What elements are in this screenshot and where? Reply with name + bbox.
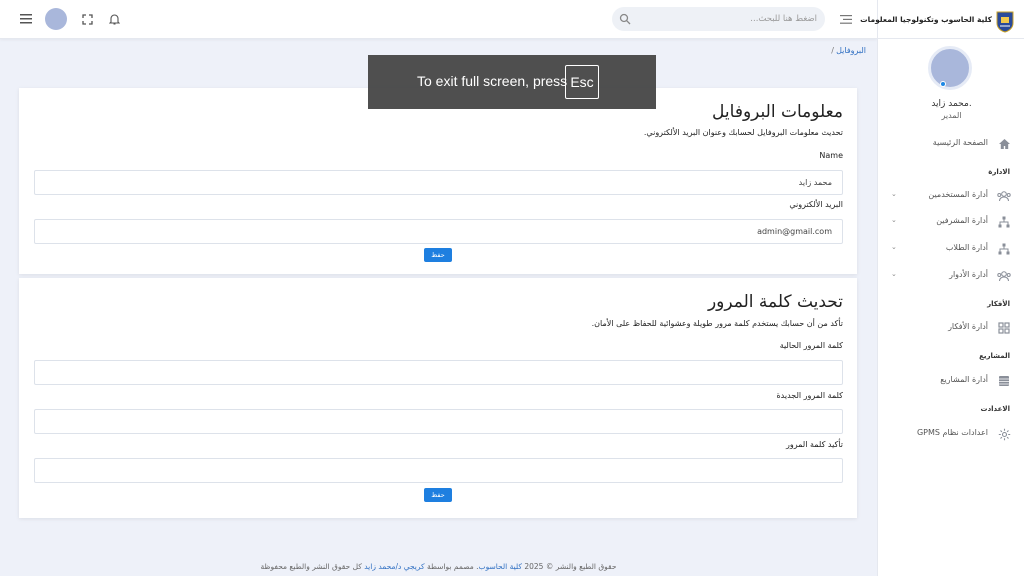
chevron-down-icon: ⌄ xyxy=(891,243,897,251)
chevron-down-icon: ⌄ xyxy=(891,190,897,198)
fullscreen-exit-notice: To exit full screen, press Esc xyxy=(368,55,656,109)
breadcrumb-profile[interactable]: البروفايل xyxy=(836,46,866,55)
sidebar-item-users[interactable]: أدارة المستخدمين ⌄ xyxy=(877,186,1024,206)
footer: حقوق الطبع والنشر © 2025 كلية الحاسوب. م… xyxy=(0,562,877,571)
name-field[interactable] xyxy=(34,170,843,195)
sidebar-item-label: أدارة المشرفين xyxy=(936,216,988,225)
home-icon xyxy=(997,137,1011,151)
bell-icon[interactable] xyxy=(103,8,125,30)
college-logo-icon xyxy=(996,11,1014,33)
align-right-icon[interactable] xyxy=(835,8,857,30)
divider xyxy=(878,38,1024,39)
sidebar-item-label: أدارة المستخدمين xyxy=(928,190,988,199)
confirm-password-field[interactable] xyxy=(34,458,843,483)
users-icon xyxy=(997,269,1011,283)
sidebar-item-ideas[interactable]: أدارة الأفكار xyxy=(877,318,1024,338)
user-avatar[interactable] xyxy=(45,8,67,30)
brand-name: كلية الحاسوب وتكنولوجيا المعلومات xyxy=(860,15,992,24)
sidebar-item-label: أدارة الأدوار xyxy=(949,270,988,279)
footer-college-link[interactable]: كلية الحاسوب xyxy=(479,562,522,571)
search-input[interactable] xyxy=(632,7,817,31)
brand[interactable]: كلية الحاسوب وتكنولوجيا المعلومات xyxy=(860,9,1016,33)
sidebar-item-label: أدارة الطلاب xyxy=(945,243,988,252)
new-password-label: كلمة المرور الجديدة xyxy=(776,391,843,400)
fullscreen-icon[interactable] xyxy=(76,8,98,30)
fullscreen-notice-text: To exit full screen, press xyxy=(417,73,568,89)
esc-key-badge: Esc xyxy=(565,65,599,99)
sitemap-icon xyxy=(997,215,1011,229)
users-icon xyxy=(997,189,1011,203)
email-field[interactable] xyxy=(34,219,843,244)
footer-rights: كل حقوق النشر والطبع محفوظة xyxy=(260,562,362,571)
profile-info-card: معلومات البروفايل تحديث معلومات البروفاي… xyxy=(19,88,857,274)
current-password-label: كلمة المرور الحالية xyxy=(779,341,843,350)
profile-avatar xyxy=(928,46,972,90)
confirm-password-label: تأكيد كلمة المرور xyxy=(786,440,843,449)
hamburger-menu-icon[interactable] xyxy=(15,8,37,30)
profile-info-description: تحديث معلومات البروفايل لحسابك وعنوان ال… xyxy=(643,128,843,137)
footer-designed-by: . مصمم بواسطة xyxy=(427,562,479,571)
save-profile-button[interactable]: حفظ xyxy=(424,248,452,262)
update-password-description: تأكد من أن حسابك يستخدم كلمة مرور طويلة … xyxy=(591,319,843,328)
sidebar-item-label: الصفحة الرئيسية xyxy=(932,138,988,147)
section-title-admin: الادارة xyxy=(988,168,1010,176)
update-password-title: تحديث كلمة المرور xyxy=(707,292,843,312)
online-status-dot xyxy=(940,81,946,87)
section-title-projects: المشاريع xyxy=(979,352,1010,360)
chevron-down-icon: ⌄ xyxy=(891,216,897,224)
sidebar: كلية الحاسوب وتكنولوجيا المعلومات محمد ز… xyxy=(860,0,1024,576)
breadcrumb-separator: / xyxy=(831,46,834,55)
sidebar-item-roles[interactable]: أدارة الأدوار ⌄ xyxy=(877,266,1024,286)
sidebar-item-label: اعدادات نظام GPMS xyxy=(916,428,988,437)
sidebar-item-gpms-settings[interactable]: اعدادات نظام GPMS xyxy=(877,424,1024,444)
gear-icon xyxy=(997,427,1011,441)
current-password-field[interactable] xyxy=(34,360,843,385)
sitemap-icon xyxy=(997,242,1011,256)
section-title-ideas: الأفكار xyxy=(987,300,1010,308)
save-password-button[interactable]: حفظ xyxy=(424,488,452,502)
user-role: المدير xyxy=(941,111,962,120)
footer-designer-link[interactable]: كريجي د/محمد زايد xyxy=(364,562,424,571)
footer-copyright: حقوق الطبع والنشر © 2025 xyxy=(524,562,617,571)
section-title-settings: الاعدادت xyxy=(980,405,1010,413)
grid-icon xyxy=(997,321,1011,335)
chevron-down-icon: ⌄ xyxy=(891,270,897,278)
sidebar-item-label: أدارة الأفكار xyxy=(948,322,988,331)
profile-info-title: معلومات البروفايل xyxy=(712,102,843,122)
update-password-card: تحديث كلمة المرور تأكد من أن حسابك يستخد… xyxy=(19,278,857,518)
user-name: محمد زايد. xyxy=(931,99,972,109)
sidebar-item-students[interactable]: أدارة الطلاب ⌄ xyxy=(877,239,1024,259)
email-label: البريد الألكتروني xyxy=(789,200,843,209)
new-password-field[interactable] xyxy=(34,409,843,434)
search-icon[interactable] xyxy=(619,13,631,25)
name-label: Name xyxy=(819,151,843,160)
sidebar-item-label: أدارة المشاريع xyxy=(940,375,988,384)
sidebar-item-projects[interactable]: أدارة المشاريع xyxy=(877,371,1024,391)
sidebar-item-supervisors[interactable]: أدارة المشرفين ⌄ xyxy=(877,212,1024,232)
table-icon xyxy=(997,374,1011,388)
sidebar-item-home[interactable]: الصفحة الرئيسية xyxy=(877,134,1024,154)
search-box xyxy=(612,7,825,31)
top-header xyxy=(0,0,877,39)
